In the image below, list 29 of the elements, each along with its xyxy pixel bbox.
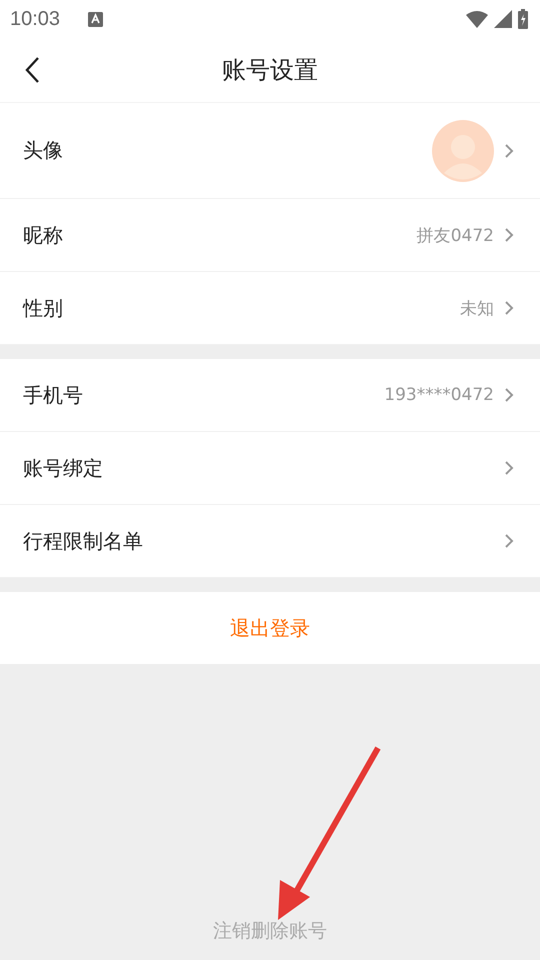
settings-row[interactable]: 行程限制名单 xyxy=(0,505,540,578)
chevron-icon xyxy=(504,387,514,403)
row-label: 昵称 xyxy=(23,222,64,248)
settings-row[interactable]: 性别 未知 xyxy=(0,272,540,345)
settings-row[interactable]: 昵称 拼友0472 xyxy=(0,199,540,272)
status-time: 10:03 xyxy=(10,8,60,30)
settings-row[interactable]: 手机号 193****0472 xyxy=(0,359,540,432)
chevron-icon xyxy=(504,533,514,549)
wifi-icon xyxy=(466,10,488,28)
battery-icon xyxy=(518,9,528,29)
row-label: 性别 xyxy=(23,294,64,322)
row-label: 手机号 xyxy=(23,382,84,408)
chevron-icon xyxy=(504,300,514,316)
signal-icon xyxy=(494,10,512,28)
row-label: 行程限制名单 xyxy=(23,528,144,554)
row-value: 拼友0472 xyxy=(416,224,494,246)
chevron-icon xyxy=(504,227,514,243)
settings-row[interactable]: 头像 xyxy=(0,103,540,199)
avatar-icon xyxy=(432,120,494,182)
row-value: 未知 xyxy=(460,298,494,320)
settings-row[interactable]: 账号绑定 xyxy=(0,432,540,505)
chevron-icon xyxy=(504,460,514,476)
chevron-icon xyxy=(504,142,514,158)
page-title: 账号设置 xyxy=(222,55,318,86)
keyboard-icon xyxy=(88,12,104,26)
row-label: 头像 xyxy=(23,137,64,164)
row-value: 193****0472 xyxy=(384,385,494,405)
back-icon xyxy=(24,56,40,84)
row-label: 账号绑定 xyxy=(23,454,104,482)
